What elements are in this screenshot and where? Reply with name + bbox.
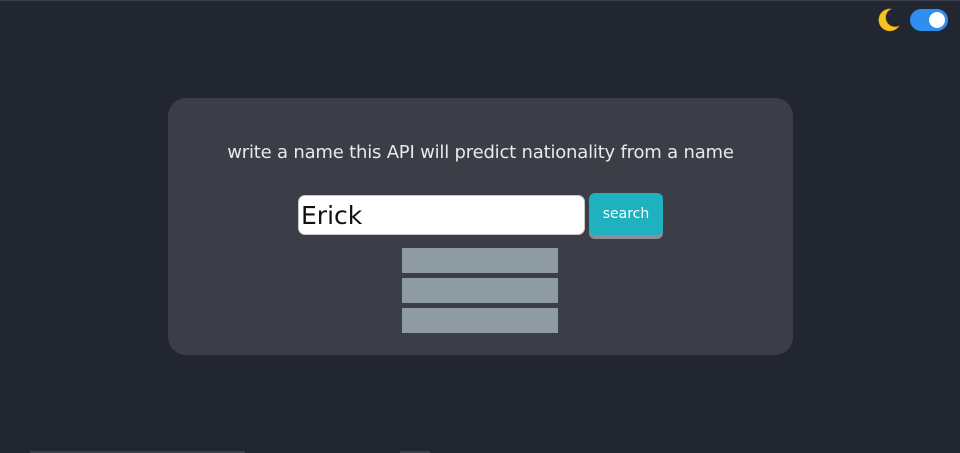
switch-knob [929, 12, 945, 28]
theme-toggle [874, 6, 948, 34]
result-placeholder [402, 278, 558, 303]
dark-mode-switch[interactable] [910, 9, 948, 31]
search-card: write a name this API will predict natio… [168, 98, 793, 355]
result-placeholder [402, 248, 558, 273]
results-list [402, 248, 558, 338]
search-button[interactable]: search [589, 193, 663, 235]
name-input[interactable] [298, 195, 585, 235]
prompt-text: write a name this API will predict natio… [227, 142, 734, 163]
result-placeholder [402, 308, 558, 333]
moon-icon [874, 6, 902, 34]
